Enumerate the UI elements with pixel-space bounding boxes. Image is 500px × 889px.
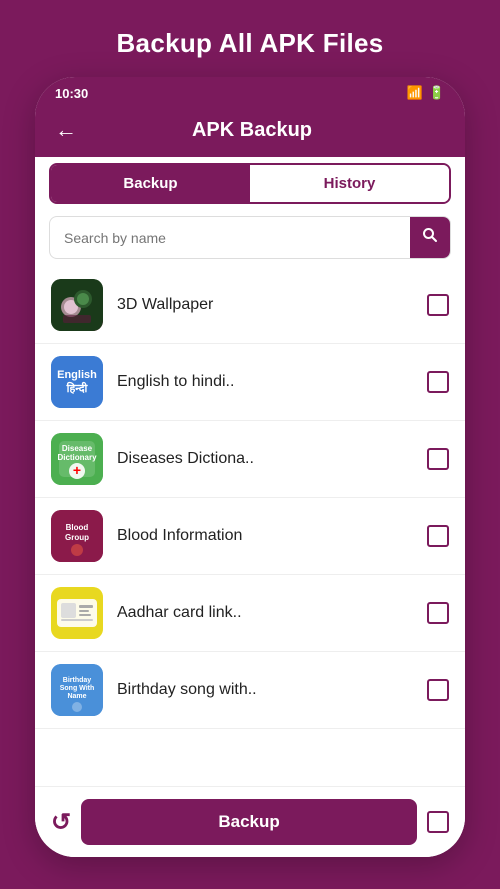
app-icon-birthday: Birthday Song With Name	[51, 664, 103, 716]
app-name: Aadhar card link..	[117, 604, 413, 622]
app-icon-aadhar	[51, 587, 103, 639]
page-title: Backup All APK Files	[116, 28, 383, 59]
backup-button[interactable]: Backup	[81, 799, 417, 845]
tabs-container: Backup History	[49, 163, 451, 204]
refresh-icon[interactable]: ↺	[51, 808, 71, 837]
list-item: Birthday Song With Name Birthday song wi…	[35, 652, 465, 729]
tab-backup[interactable]: Backup	[51, 165, 250, 202]
list-item: Disease Dictionary + Diseases Dictiona..	[35, 421, 465, 498]
app-name: English to hindi..	[117, 373, 413, 391]
header-title: APK Backup	[89, 119, 415, 142]
app-checkbox[interactable]	[427, 371, 449, 393]
svg-text:Song With: Song With	[60, 685, 95, 692]
list-item: English हिन्दी English to hindi..	[35, 344, 465, 421]
svg-text:English: English	[57, 369, 97, 381]
list-item: 3D Wallpaper	[35, 267, 465, 344]
app-list: 3D Wallpaper English हिन्दी English to h…	[35, 267, 465, 786]
app-icon-english-hindi: English हिन्दी	[51, 356, 103, 408]
status-icons: 📶 🔋	[407, 85, 445, 101]
status-bar: 10:30 📶 🔋	[35, 77, 465, 107]
list-item: Aadhar card link..	[35, 575, 465, 652]
svg-text:Dictionary: Dictionary	[57, 453, 97, 462]
search-bar	[49, 216, 451, 259]
phone-frame: 10:30 📶 🔋 ← APK Backup Backup History	[35, 77, 465, 857]
svg-text:Name: Name	[67, 693, 86, 700]
list-item: Blood Group Blood Information	[35, 498, 465, 575]
app-name: Diseases Dictiona..	[117, 450, 413, 468]
app-name: Blood Information	[117, 527, 413, 545]
app-checkbox[interactable]	[427, 602, 449, 624]
app-icon-diseases: Disease Dictionary +	[51, 433, 103, 485]
app-header: ← APK Backup	[35, 107, 465, 157]
search-input[interactable]	[50, 220, 410, 256]
svg-text:Disease: Disease	[62, 444, 93, 453]
app-name: 3D Wallpaper	[117, 296, 413, 314]
status-time: 10:30	[55, 86, 88, 101]
content-area: 3D Wallpaper English हिन्दी English to h…	[35, 204, 465, 786]
search-icon	[422, 227, 438, 248]
svg-text:हिन्दी: हिन्दी	[66, 381, 89, 395]
search-button[interactable]	[410, 217, 450, 258]
app-checkbox[interactable]	[427, 679, 449, 701]
app-icon-3d-wallpaper	[51, 279, 103, 331]
back-button[interactable]: ←	[55, 117, 77, 143]
tab-history[interactable]: History	[250, 165, 449, 202]
svg-text:Birthday: Birthday	[63, 677, 92, 684]
app-checkbox[interactable]	[427, 294, 449, 316]
svg-text:Blood: Blood	[66, 523, 89, 532]
app-icon-blood: Blood Group	[51, 510, 103, 562]
app-checkbox[interactable]	[427, 448, 449, 470]
svg-text:+: +	[73, 462, 81, 478]
app-name: Birthday song with..	[117, 681, 413, 699]
bottom-bar: ↺ Backup	[35, 786, 465, 857]
svg-text:Group: Group	[65, 533, 89, 542]
bottom-checkbox[interactable]	[427, 811, 449, 833]
app-checkbox[interactable]	[427, 525, 449, 547]
battery-icon: 🔋	[429, 85, 445, 101]
wifi-icon: 📶	[407, 85, 423, 101]
